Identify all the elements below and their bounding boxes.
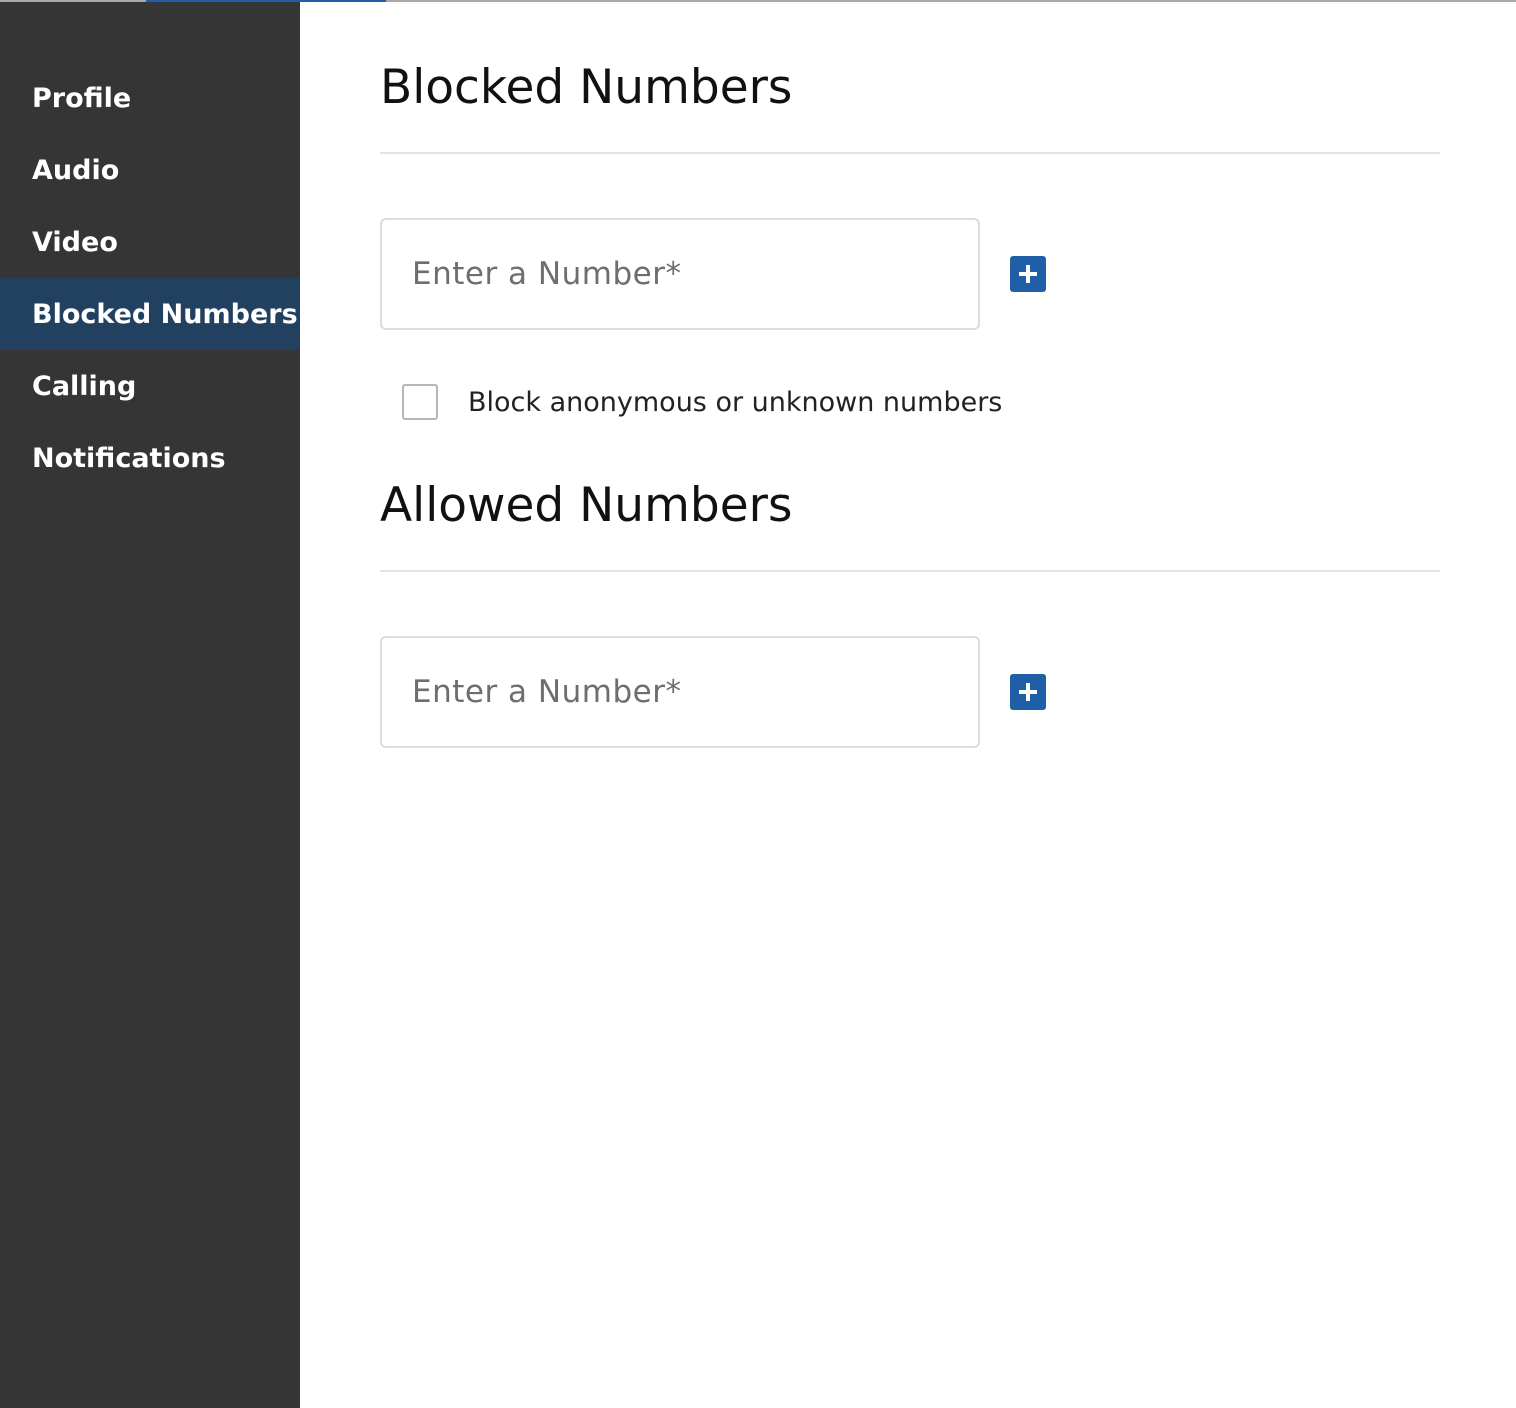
sidebar-menu: Profile Audio Video Blocked Numbers Call…: [0, 2, 300, 494]
add-allowed-number-button[interactable]: [1010, 674, 1046, 710]
sidebar-item-audio[interactable]: Audio: [0, 134, 300, 206]
sidebar-item-blocked-numbers[interactable]: Blocked Numbers: [0, 278, 300, 350]
blocked-numbers-divider: [380, 152, 1440, 154]
blocked-numbers-title: Blocked Numbers: [380, 60, 793, 115]
checkbox-box[interactable]: [402, 384, 438, 420]
plus-icon: [1019, 265, 1037, 283]
allowed-numbers-divider: [380, 570, 1440, 572]
plus-icon: [1019, 683, 1037, 701]
sidebar-item-video[interactable]: Video: [0, 206, 300, 278]
block-anonymous-checkbox[interactable]: Block anonymous or unknown numbers: [402, 384, 1002, 420]
sidebar-item-calling[interactable]: Calling: [0, 350, 300, 422]
allowed-numbers-title: Allowed Numbers: [380, 478, 793, 533]
blocked-number-input[interactable]: [380, 218, 980, 330]
allowed-number-input[interactable]: [380, 636, 980, 748]
sidebar-item-notifications[interactable]: Notifications: [0, 422, 300, 494]
sidebar-item-profile[interactable]: Profile: [0, 62, 300, 134]
settings-sidebar: Profile Audio Video Blocked Numbers Call…: [0, 2, 300, 1408]
add-blocked-number-button[interactable]: [1010, 256, 1046, 292]
block-anonymous-label: Block anonymous or unknown numbers: [468, 386, 1003, 418]
